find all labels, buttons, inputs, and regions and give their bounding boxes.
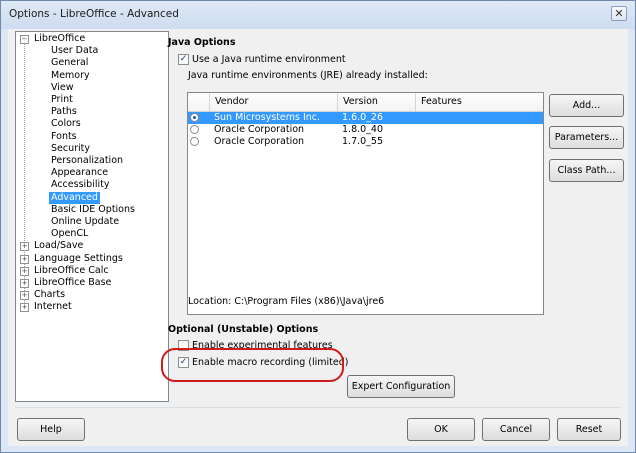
jre-radio[interactable] — [190, 125, 199, 134]
jre-location: Location: C:\Program Files (x86)\Java\jr… — [188, 296, 385, 307]
jre-vendor: Oracle Corporation — [214, 136, 305, 147]
jre-row[interactable]: Sun Microsystems Inc. 1.6.0_26 — [188, 112, 543, 124]
column-header-version[interactable]: Version — [337, 93, 415, 111]
tree-item-label: User Data — [51, 45, 99, 57]
tree-item-label: Charts — [34, 289, 66, 301]
jre-version: 1.6.0_26 — [342, 112, 384, 123]
help-button[interactable]: Help — [17, 418, 85, 441]
tree-item-appearance[interactable]: Appearance — [16, 167, 168, 179]
tree-item-label: LibreOffice Calc — [34, 264, 109, 276]
tree-item-libreoffice-calc[interactable]: + LibreOffice Calc — [16, 265, 168, 277]
jre-version: 1.7.0_55 — [342, 136, 384, 147]
tree-item-user-data[interactable]: User Data — [16, 45, 168, 57]
tree-item-label: Memory — [51, 69, 90, 81]
tree-item-internet[interactable]: + Internet — [16, 301, 168, 313]
jre-table-header: Vendor Version Features — [188, 93, 543, 112]
dialog-body: − LibreOffice User Data General Memory View Pr… — [8, 29, 628, 446]
jre-radio[interactable] — [190, 113, 199, 122]
options-dialog: Options - LibreOffice - Advanced ✕ − Libr… — [0, 0, 636, 453]
jre-row[interactable]: Oracle Corporation 1.7.0_55 — [188, 136, 543, 148]
window-title: Options - LibreOffice - Advanced — [9, 8, 179, 20]
options-tree[interactable]: − LibreOffice User Data General Memory View Pr… — [15, 31, 169, 402]
tree-item-label: General — [51, 57, 89, 69]
column-header-vendor[interactable]: Vendor — [209, 93, 337, 111]
tree-item-libreoffice[interactable]: − LibreOffice — [16, 33, 168, 45]
close-icon[interactable]: ✕ — [611, 6, 627, 21]
tree-item-label: LibreOffice — [34, 33, 86, 44]
tree-item-label: Online Update — [51, 216, 120, 227]
tree-item-label: Basic IDE Options — [51, 203, 135, 215]
jre-radio[interactable] — [190, 137, 199, 146]
tree-item-colors[interactable]: Colors — [16, 118, 168, 130]
tree-item-label: Fonts — [51, 130, 77, 142]
tree-item-label: Paths — [51, 106, 77, 118]
tree-item-label: View — [51, 81, 74, 93]
footer-separator — [15, 407, 621, 408]
tree-item-personalization[interactable]: Personalization — [16, 155, 168, 167]
expand-icon[interactable]: + — [20, 266, 29, 276]
jre-table[interactable]: Vendor Version Features Sun Microsystems… — [187, 92, 544, 315]
tree-item-label: Accessibility — [51, 179, 110, 191]
tree-item-print[interactable]: Print — [16, 94, 168, 106]
use-jre-checkbox[interactable]: ✓ — [178, 54, 189, 65]
expand-icon[interactable]: + — [20, 242, 29, 252]
expert-configuration-button[interactable]: Expert Configuration — [347, 375, 455, 398]
column-header-features[interactable]: Features — [415, 93, 543, 111]
parameters-button[interactable]: Parameters... — [549, 126, 624, 149]
jre-vendor: Sun Microsystems Inc. — [214, 112, 321, 123]
use-jre-label[interactable]: Use a Java runtime environment — [192, 54, 346, 65]
reset-button[interactable]: Reset — [557, 418, 621, 441]
tree-item-accessibility[interactable]: Accessibility — [16, 179, 168, 191]
tree-item-label: Advanced — [49, 191, 100, 204]
tree-item-label: LibreOffice Base — [34, 277, 112, 288]
expand-icon[interactable]: + — [20, 279, 29, 288]
highlight-ring — [161, 348, 344, 382]
optional-options-title: Optional (Unstable) Options — [168, 324, 319, 335]
tree-item-online-update[interactable]: Online Update — [16, 216, 168, 228]
tree-item-label: Load/Save — [34, 240, 84, 252]
tree-item-language-settings[interactable]: + Language Settings — [16, 253, 168, 265]
tree-item-basic-ide-options[interactable]: Basic IDE Options — [16, 204, 168, 216]
tree-item-label: Appearance — [51, 167, 109, 179]
tree-item-libreoffice-base[interactable]: + LibreOffice Base — [16, 277, 168, 289]
expand-icon[interactable]: + — [20, 291, 29, 301]
tree-item-opencl[interactable]: OpenCL — [16, 228, 168, 240]
java-options-title: Java Options — [168, 37, 236, 48]
jre-installed-label: Java runtime environments (JRE) already … — [188, 70, 428, 81]
tree-item-label: Print — [51, 94, 73, 105]
tree-item-general[interactable]: General — [16, 57, 168, 69]
tree-item-label: Internet — [34, 301, 72, 313]
tree-item-fonts[interactable]: Fonts — [16, 131, 168, 143]
tree-item-label: Language Settings — [34, 252, 123, 264]
title-bar: Options - LibreOffice - Advanced ✕ — [1, 1, 635, 29]
tree-item-memory[interactable]: Memory — [16, 70, 168, 82]
tree-item-charts[interactable]: + Charts — [16, 289, 168, 301]
jre-version: 1.8.0_40 — [342, 124, 384, 135]
tree-item-advanced[interactable]: Advanced — [16, 191, 168, 204]
tree-item-paths[interactable]: Paths — [16, 106, 168, 118]
tree-item-security[interactable]: Security — [16, 143, 168, 155]
tree-item-load-save[interactable]: + Load/Save — [16, 240, 168, 252]
class-path-button[interactable]: Class Path... — [549, 159, 624, 182]
tree-item-view[interactable]: View — [16, 82, 168, 94]
add-button[interactable]: Add... — [549, 94, 624, 117]
expand-icon[interactable]: + — [20, 303, 29, 313]
collapse-icon[interactable]: − — [20, 35, 29, 44]
tree-item-label: Security — [51, 142, 91, 154]
jre-row[interactable]: Oracle Corporation 1.8.0_40 — [188, 124, 543, 136]
expand-icon[interactable]: + — [20, 254, 29, 264]
jre-vendor: Oracle Corporation — [214, 124, 305, 135]
cancel-button[interactable]: Cancel — [482, 418, 550, 441]
ok-button[interactable]: OK — [407, 418, 475, 441]
tree-item-label: OpenCL — [51, 228, 89, 240]
tree-item-label: Personalization — [51, 155, 124, 166]
tree-item-label: Colors — [51, 118, 81, 130]
